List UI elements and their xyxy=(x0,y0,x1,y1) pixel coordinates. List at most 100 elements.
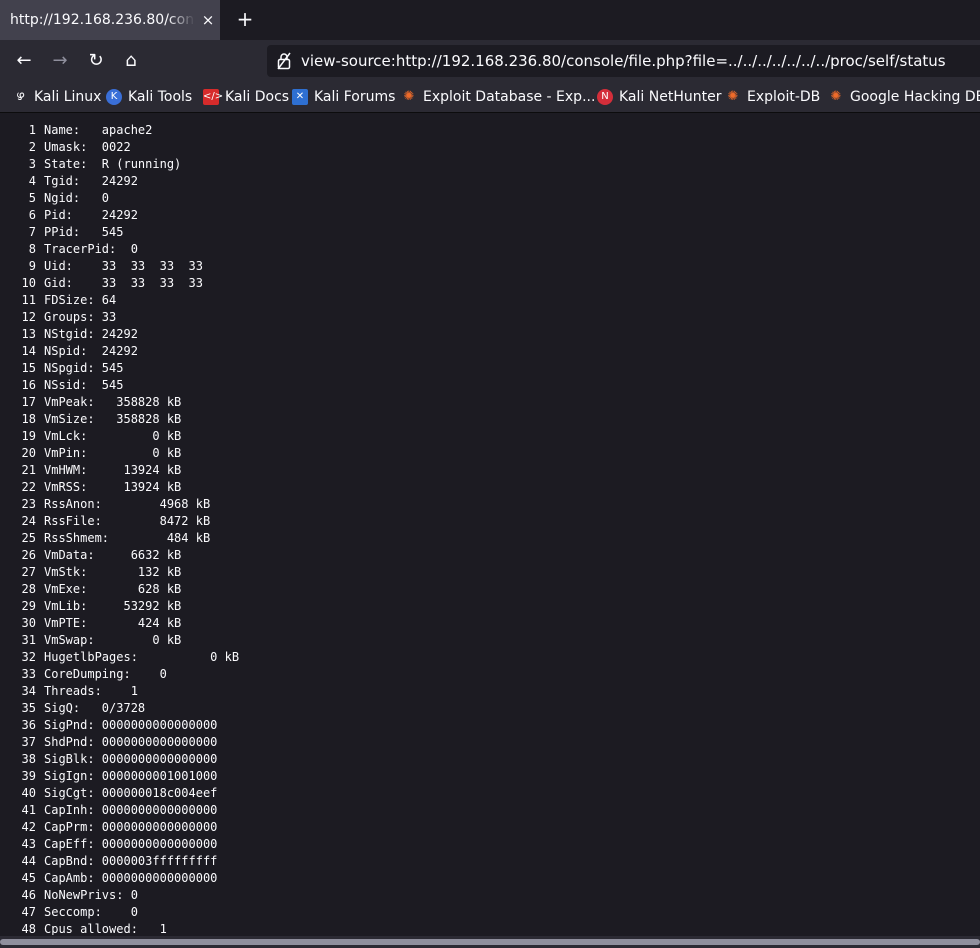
nethunter-icon: N xyxy=(597,89,613,105)
line-number: 6 xyxy=(28,208,36,222)
line-number: 28 xyxy=(21,582,36,596)
line-number: 36 xyxy=(21,718,36,732)
exploit-db-icon: ✺ xyxy=(403,89,415,104)
source-line: 46 NoNewPrivs: 0 xyxy=(0,887,980,904)
line-text: Name: apache2 xyxy=(44,123,153,137)
line-text: VmLck: 0 kB xyxy=(44,429,182,443)
line-text: NStgid: 24292 xyxy=(44,327,138,341)
line-number: 33 xyxy=(21,667,36,681)
line-text: RssAnon: 4968 kB xyxy=(44,497,211,511)
line-text: Seccomp: 0 xyxy=(44,905,138,919)
line-text: CapEff: 0000000000000000 xyxy=(44,837,218,851)
source-line: 34 Threads: 1 xyxy=(0,683,980,700)
bookmark-kali-docs[interactable]: </> Kali Docs xyxy=(203,87,289,107)
source-line: 19 VmLck: 0 kB xyxy=(0,428,980,445)
source-line: 31 VmSwap: 0 kB xyxy=(0,632,980,649)
source-line: 44 CapBnd: 0000003fffffffff xyxy=(0,853,980,870)
line-text: Cpus_allowed: 1 xyxy=(44,922,167,935)
source-line: 28 VmExe: 628 kB xyxy=(0,581,980,598)
line-text: VmSize: 358828 kB xyxy=(44,412,182,426)
source-line: 26 VmData: 6632 kB xyxy=(0,547,980,564)
line-text: VmPTE: 424 kB xyxy=(44,616,182,630)
line-number: 8 xyxy=(28,242,36,256)
line-text: VmPin: 0 kB xyxy=(44,446,182,460)
bookmark-kali-tools[interactable]: K Kali Tools xyxy=(106,87,192,107)
line-text: Ngid: 0 xyxy=(44,191,110,205)
line-text: VmSwap: 0 kB xyxy=(44,633,182,647)
bookmark-google-hacking-db[interactable]: ✺ Google Hacking DB xyxy=(828,87,980,107)
source-line: 30 VmPTE: 424 kB xyxy=(0,615,980,632)
close-tab-icon[interactable]: × xyxy=(200,10,216,30)
bookmark-kali-linux[interactable]: ഴ Kali Linux xyxy=(12,87,102,107)
line-text: NSpid: 24292 xyxy=(44,344,138,358)
reload-icon[interactable]: ↻ xyxy=(85,51,107,71)
line-text: State: R (running) xyxy=(44,157,182,171)
source-line: 41 CapInh: 0000000000000000 xyxy=(0,802,980,819)
bookmark-label: Google Hacking DB xyxy=(850,89,980,105)
line-number: 35 xyxy=(21,701,36,715)
forward-arrow-icon[interactable]: → xyxy=(49,51,71,71)
source-line: 36 SigPnd: 0000000000000000 xyxy=(0,717,980,734)
line-text: CapPrm: 0000000000000000 xyxy=(44,820,218,834)
line-number: 39 xyxy=(21,769,36,783)
line-number: 18 xyxy=(21,412,36,426)
bookmark-exploit-database[interactable]: ✺ Exploit Database - Exp... xyxy=(401,87,596,107)
line-text: NSsid: 545 xyxy=(44,378,124,392)
insecure-lock-icon[interactable] xyxy=(277,52,291,70)
source-line: 39 SigIgn: 0000000001001000 xyxy=(0,768,980,785)
line-text: SigBlk: 0000000000000000 xyxy=(44,752,218,766)
horizontal-scrollbar[interactable] xyxy=(0,936,980,948)
line-text: Groups: 33 xyxy=(44,310,117,324)
line-number: 38 xyxy=(21,752,36,766)
source-line: 8 TracerPid: 0 xyxy=(0,241,980,258)
line-text: SigQ: 0/3728 xyxy=(44,701,146,715)
line-number: 4 xyxy=(28,174,36,188)
bookmark-kali-nethunter[interactable]: N Kali NetHunter xyxy=(597,87,721,107)
kali-docs-icon: </> xyxy=(203,89,223,105)
new-tab-button[interactable]: + xyxy=(234,8,256,30)
address-bar[interactable]: view-source:http://192.168.236.80/consol… xyxy=(267,45,980,77)
source-line: 43 CapEff: 0000000000000000 xyxy=(0,836,980,853)
bookmark-kali-forums[interactable]: ✕ Kali Forums xyxy=(292,87,395,107)
scrollbar-thumb[interactable] xyxy=(0,939,980,945)
source-line: 23 RssAnon: 4968 kB xyxy=(0,496,980,513)
bookmark-label: Kali NetHunter xyxy=(619,89,722,105)
tab-strip: http://192.168.236.80/console/file.php?f… xyxy=(0,0,980,40)
line-text: Pid: 24292 xyxy=(44,208,138,222)
line-number: 3 xyxy=(28,157,36,171)
bookmark-label: Kali Docs xyxy=(225,89,290,105)
bookmark-exploit-db[interactable]: ✺ Exploit-DB xyxy=(725,87,821,107)
line-number: 1 xyxy=(28,123,36,137)
line-number: 14 xyxy=(21,344,36,358)
line-number: 26 xyxy=(21,548,36,562)
source-line: 13 NStgid: 24292 xyxy=(0,326,980,343)
url-text[interactable]: view-source:http://192.168.236.80/consol… xyxy=(301,51,946,71)
back-arrow-icon[interactable]: ← xyxy=(13,51,35,71)
line-number: 30 xyxy=(21,616,36,630)
line-number: 24 xyxy=(21,514,36,528)
line-text: VmExe: 628 kB xyxy=(44,582,182,596)
line-text: ShdPnd: 0000000000000000 xyxy=(44,735,218,749)
source-line: 22 VmRSS: 13924 kB xyxy=(0,479,980,496)
line-text: SigCgt: 000000018c004eef xyxy=(44,786,218,800)
line-number: 23 xyxy=(21,497,36,511)
home-icon[interactable]: ⌂ xyxy=(120,51,142,71)
line-number: 27 xyxy=(21,565,36,579)
source-line: 18 VmSize: 358828 kB xyxy=(0,411,980,428)
source-line: 42 CapPrm: 0000000000000000 xyxy=(0,819,980,836)
line-number: 40 xyxy=(21,786,36,800)
bookmarks-toolbar: ഴ Kali Linux K Kali Tools </> Kali Docs … xyxy=(0,82,980,113)
line-number: 46 xyxy=(21,888,36,902)
active-tab[interactable]: http://192.168.236.80/console/file.php?f… xyxy=(0,0,220,40)
line-text: VmHWM: 13924 kB xyxy=(44,463,182,477)
line-number: 25 xyxy=(21,531,36,545)
exploit-db-icon: ✺ xyxy=(830,89,842,104)
tab-title: http://192.168.236.80/console/file.php?f… xyxy=(10,12,195,28)
source-line: 20 VmPin: 0 kB xyxy=(0,445,980,462)
line-number: 47 xyxy=(21,905,36,919)
source-line: 38 SigBlk: 0000000000000000 xyxy=(0,751,980,768)
source-line: 33 CoreDumping: 0 xyxy=(0,666,980,683)
line-number: 15 xyxy=(21,361,36,375)
source-line: 4 Tgid: 24292 xyxy=(0,173,980,190)
source-line: 25 RssShmem: 484 kB xyxy=(0,530,980,547)
